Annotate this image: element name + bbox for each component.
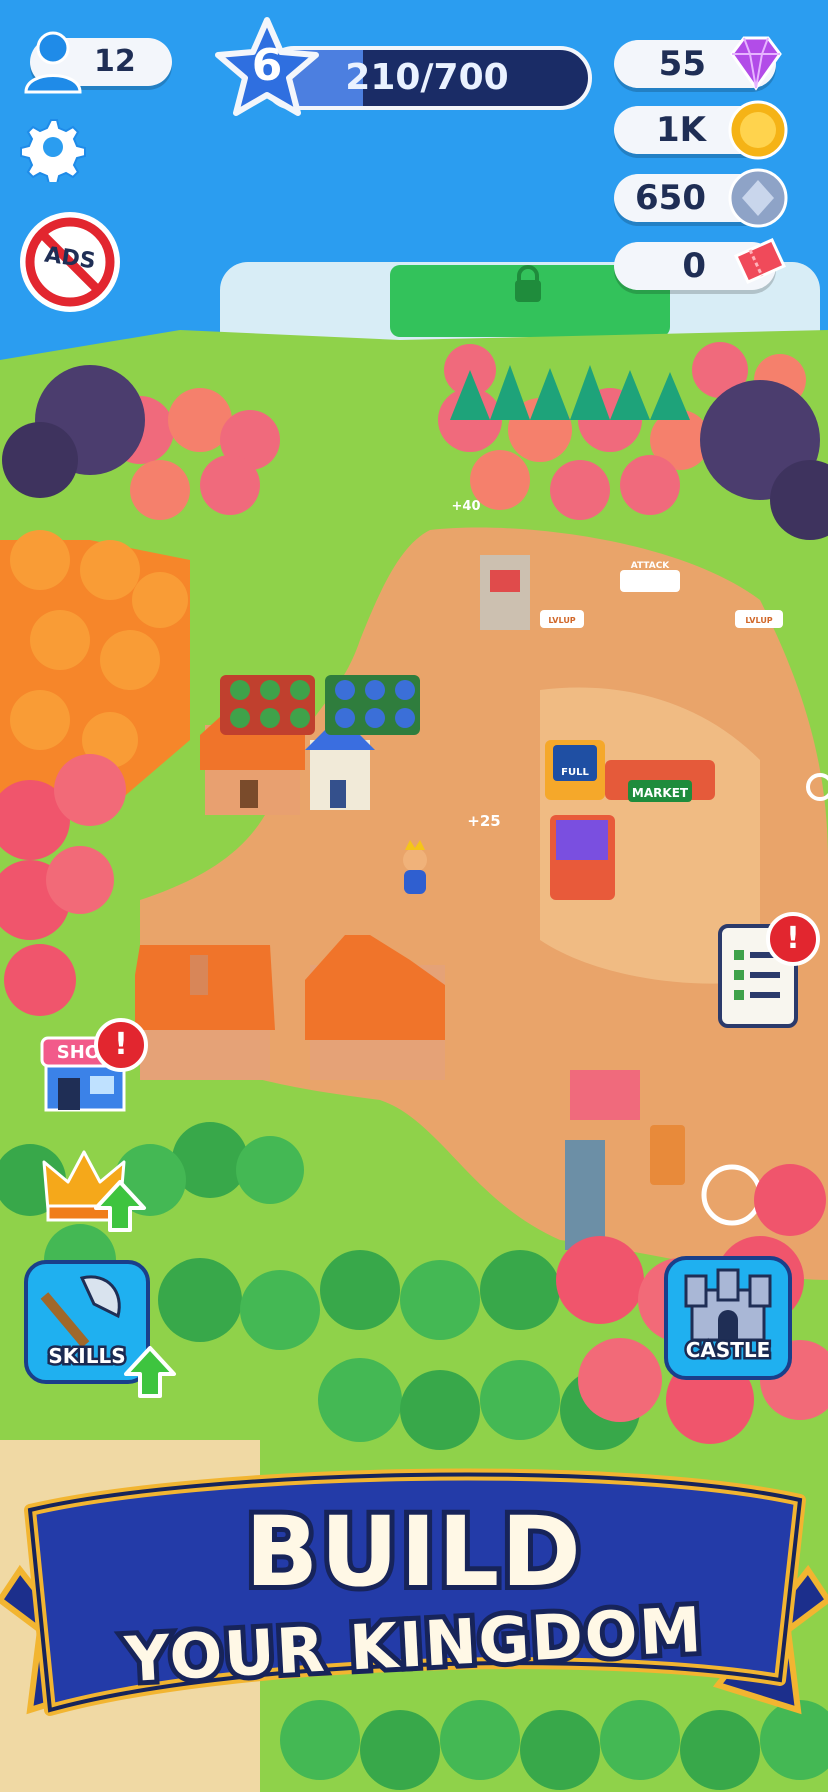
lvlup-sign-1[interactable]: LVLUP [540, 610, 584, 628]
no-ads-button[interactable]: ADS [16, 208, 124, 316]
attack-tag: ATTACK [631, 561, 671, 571]
players-count: 12 [94, 44, 136, 79]
tickets-amount: 0 [682, 246, 706, 286]
coin-icon [728, 100, 788, 160]
gems-amount: 55 [658, 44, 706, 84]
silver-amount: 650 [635, 178, 706, 218]
settings-button[interactable] [16, 112, 86, 185]
lvlup-tag-1: LVLUP [548, 616, 575, 625]
user-icon [24, 31, 82, 94]
crown-upgrade-button[interactable] [40, 1140, 146, 1232]
full-tag: FULL [561, 767, 589, 778]
crop-field-red[interactable] [220, 675, 315, 735]
tower[interactable] [480, 555, 530, 630]
castle-icon [684, 1268, 772, 1342]
popup-plus-40: +40 [452, 499, 481, 514]
player-character[interactable] [403, 840, 427, 894]
gems-pill[interactable]: 55 [614, 36, 782, 91]
silver-coin-icon [728, 168, 788, 228]
lvlup-sign-2[interactable]: LVLUP [735, 610, 783, 628]
popup-plus-25: +25 [467, 812, 500, 830]
shop-alert-badge: ! [94, 1018, 148, 1072]
castle-button[interactable]: CASTLE [664, 1256, 792, 1380]
silver-pill[interactable]: 650 [614, 168, 788, 228]
crop-field-blue[interactable] [325, 675, 420, 735]
market-stall[interactable]: MARKET [605, 760, 715, 802]
level-number: 6 [251, 40, 283, 91]
cottage-bottom-left[interactable] [135, 945, 275, 1080]
gear-icon [20, 119, 86, 185]
skills-upgrade-arrow-icon [124, 1346, 176, 1398]
level-star[interactable]: 6 [212, 14, 322, 124]
tasks-alert-badge: ! [766, 912, 820, 966]
tickets-pill[interactable]: 0 [614, 238, 786, 290]
players-pill[interactable]: 12 [24, 31, 172, 94]
storage-full[interactable]: FULL [545, 740, 605, 800]
market-sign: MARKET [632, 786, 689, 800]
banner-line-1: BUILD [240, 1496, 586, 1608]
gem-icon [730, 36, 782, 91]
resource-crate[interactable] [550, 815, 615, 900]
ticket-icon [734, 238, 786, 284]
axe-icon [40, 1275, 121, 1348]
coins-pill[interactable]: 1K [614, 100, 788, 160]
coins-amount: 1K [655, 110, 706, 150]
upgrade-arrow-icon [94, 1180, 146, 1232]
castle-label: CASTLE [683, 1336, 773, 1365]
lvlup-tag-2: LVLUP [745, 616, 772, 625]
